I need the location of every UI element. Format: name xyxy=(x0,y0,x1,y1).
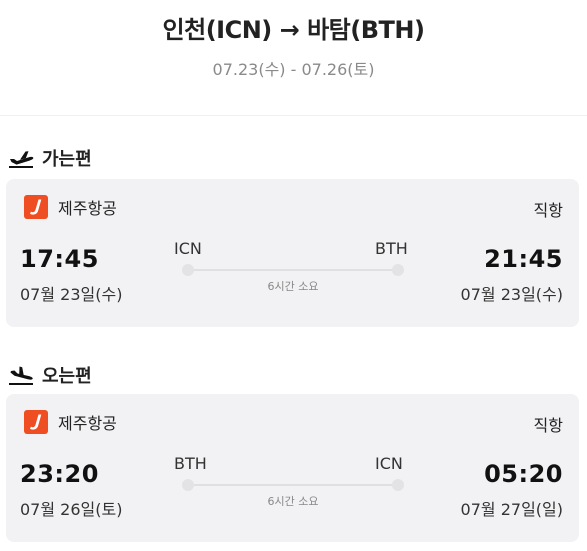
trip-header: 인천(ICN) → 바탐(BTH) 07.23(수) - 07.26(토) xyxy=(0,0,587,116)
arrival-airport-code: BTH xyxy=(375,239,408,258)
airline-info: 제주항공 xyxy=(24,410,117,434)
departure-date: 07월 26일(토) xyxy=(20,500,123,519)
jeju-air-logo-icon xyxy=(24,410,48,434)
route-start-dot xyxy=(182,479,194,491)
section-label: 가는편 xyxy=(42,149,92,170)
departure-time: 17:45 xyxy=(20,245,99,273)
arrival-time: 05:20 xyxy=(484,460,563,488)
arrival-time: 21:45 xyxy=(484,245,563,273)
arrival-date: 07월 27일(일) xyxy=(460,500,563,519)
departure-time: 23:20 xyxy=(20,460,99,488)
route-line xyxy=(188,269,398,271)
trip-date-range: 07.23(수) - 07.26(토) xyxy=(212,60,375,79)
airline-info: 제주항공 xyxy=(24,195,117,219)
route-end-dot xyxy=(392,479,404,491)
jeju-air-logo-icon xyxy=(24,195,48,219)
arrival-airport-code: ICN xyxy=(375,454,403,473)
plane-takeoff-icon xyxy=(8,148,36,168)
flight-type-badge: 직항 xyxy=(533,201,563,220)
route-end-dot xyxy=(392,264,404,276)
departure-airport-code: ICN xyxy=(174,239,202,258)
section-label: 오는편 xyxy=(42,366,92,387)
plane-landing-icon xyxy=(8,365,36,385)
airline-name: 제주항공 xyxy=(58,199,117,218)
flight-duration: 6시간 소요 xyxy=(267,495,319,508)
route-title: 인천(ICN) → 바탐(BTH) xyxy=(162,16,425,44)
route-start-dot xyxy=(182,264,194,276)
inbound-section-title: 오는편 xyxy=(8,362,92,388)
route-line xyxy=(188,484,398,486)
inbound-flight-card[interactable]: 제주항공 직항 23:20 07월 26일(토) BTH 6시간 소요 ICN … xyxy=(6,394,579,542)
departure-date: 07월 23일(수) xyxy=(20,285,123,304)
outbound-flight-card[interactable]: 제주항공 직항 17:45 07월 23일(수) ICN 6시간 소요 BTH … xyxy=(6,179,579,327)
departure-airport-code: BTH xyxy=(174,454,207,473)
airline-name: 제주항공 xyxy=(58,414,117,433)
outbound-section-title: 가는편 xyxy=(8,145,92,171)
arrival-date: 07월 23일(수) xyxy=(460,285,563,304)
flight-type-badge: 직항 xyxy=(533,416,563,435)
flight-duration: 6시간 소요 xyxy=(267,280,319,293)
